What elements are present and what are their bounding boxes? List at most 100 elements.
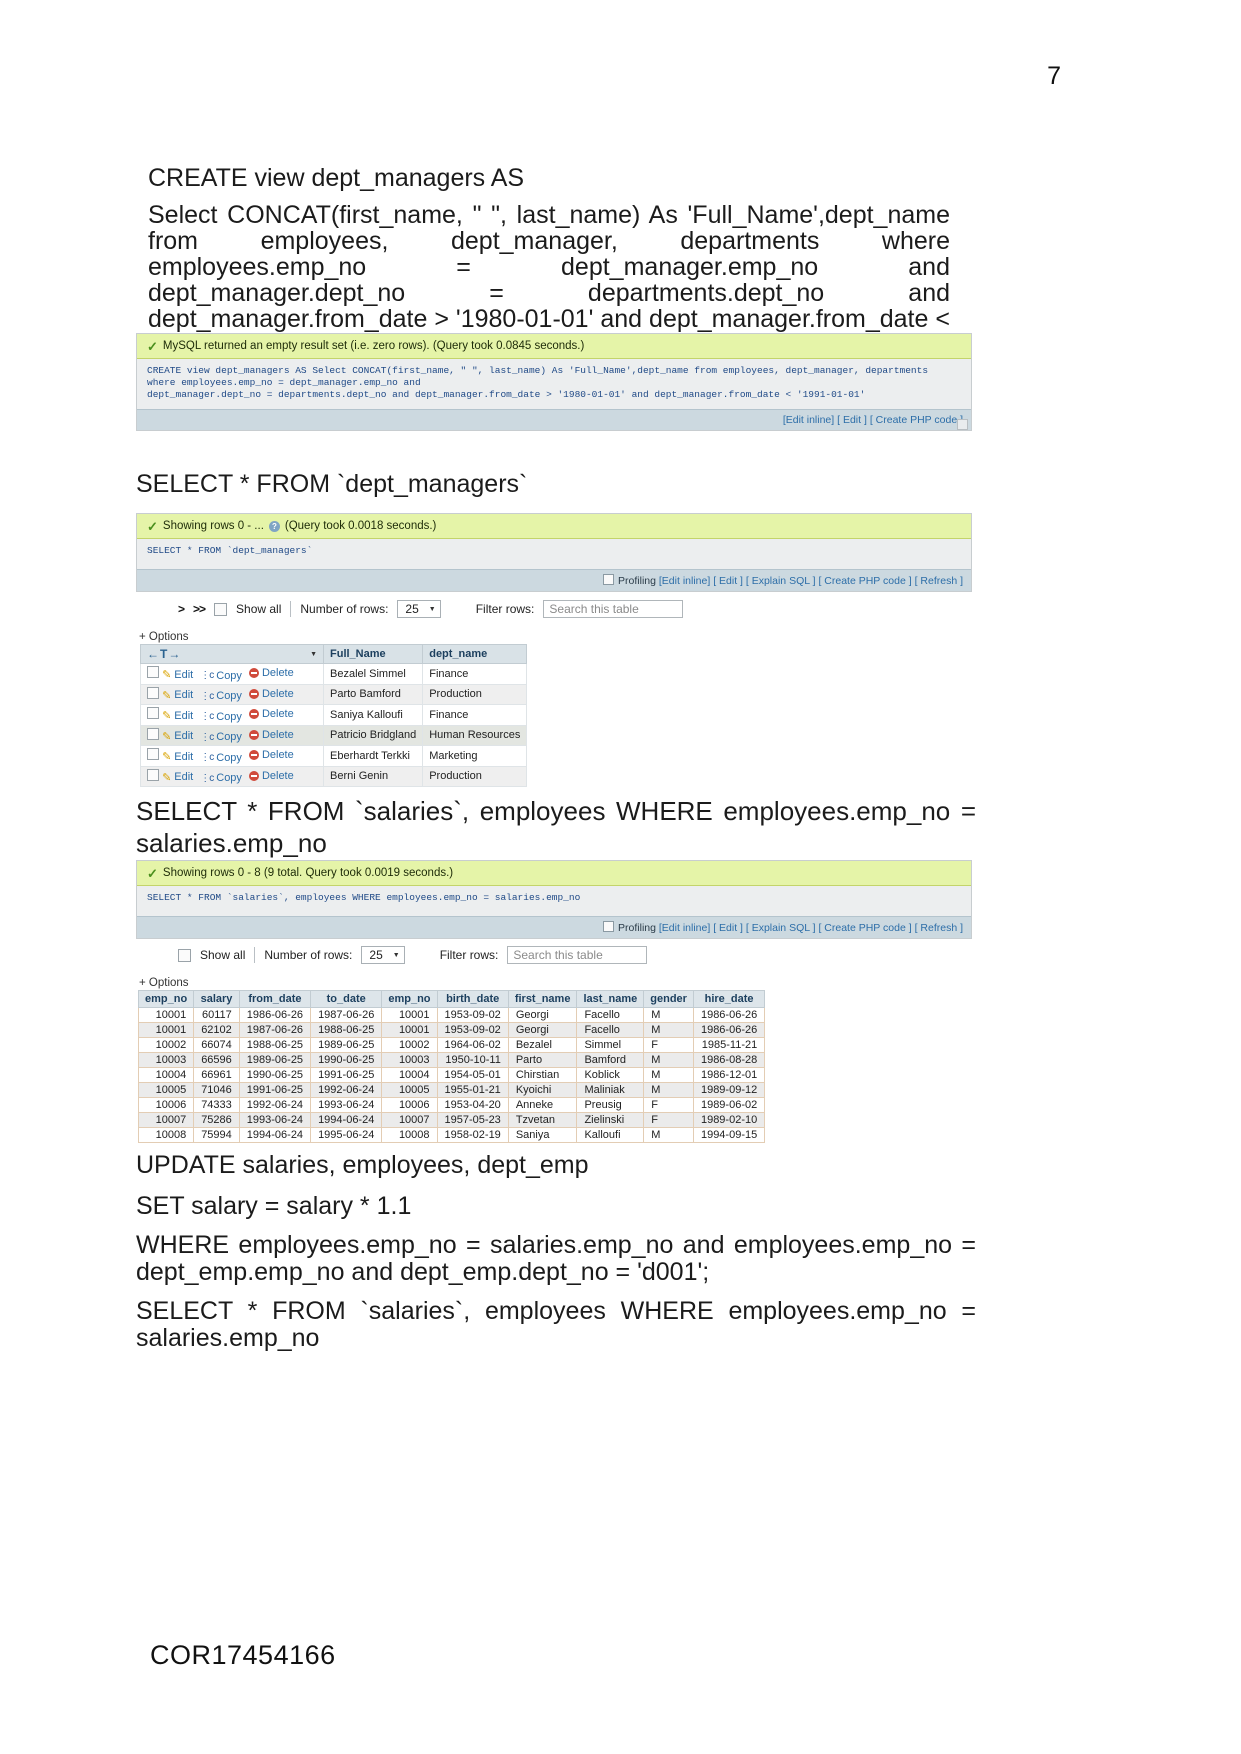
delete-row-button[interactable]: Delete [248, 749, 294, 761]
next-page-arrow[interactable]: > [178, 602, 185, 616]
column-header-to-date[interactable]: to_date [310, 990, 383, 1008]
edit-row-button[interactable]: ✎ Edit [162, 771, 193, 784]
copy-row-button[interactable]: ⋮c Copy [200, 670, 242, 682]
resize-handle-1[interactable] [957, 419, 968, 430]
table-row[interactable]: 10004 66961 1990-06-25 1991-06-25 10004 1954-… [137, 1067, 766, 1083]
row-select-checkbox[interactable] [147, 748, 159, 760]
row-select-checkbox[interactable] [147, 666, 159, 678]
cell-emp-no: 10001 [381, 1022, 438, 1038]
table-row[interactable]: ✎ Edit ⋮c Copy Delete Patricio Bridgland Human… [140, 724, 528, 746]
last-page-arrow[interactable]: >> [193, 602, 206, 616]
column-header-birth-date[interactable]: birth_date [436, 990, 509, 1008]
panel2-explain-sql-link[interactable]: [ Explain SQL ] [746, 575, 816, 587]
table-row[interactable]: 10008 75994 1994-06-24 1995-06-24 10008 1958-… [137, 1127, 766, 1143]
panel3-edit-inline-link[interactable]: [Edit inline] [659, 922, 710, 934]
delete-row-button[interactable]: Delete [248, 667, 294, 679]
column-header-last-name[interactable]: last_name [576, 990, 645, 1008]
delete-row-button[interactable]: Delete [248, 729, 294, 741]
panel2-edit-inline-link[interactable]: [Edit inline] [659, 575, 710, 587]
column-header-from-date[interactable]: from_date [238, 990, 312, 1008]
column-header-gender[interactable]: gender [643, 990, 694, 1008]
row-select-checkbox[interactable] [147, 727, 159, 740]
cell-first-name: Georgi [507, 1007, 578, 1023]
table-row[interactable]: ✎ Edit ⋮c Copy Delete Berni Genin Production [140, 765, 528, 787]
edit-row-button[interactable]: ✎ Edit [162, 668, 193, 682]
cell-first-name: Kyoichi [507, 1082, 578, 1098]
show-all-checkbox[interactable] [214, 602, 228, 616]
table-row[interactable]: 10001 62102 1987-06-26 1988-06-25 10001 1953-… [137, 1022, 766, 1038]
copy-row-button[interactable]: ⋮c Copy [200, 711, 242, 723]
delete-row-button[interactable]: Delete [248, 688, 294, 700]
panel2-options-link[interactable]: + Options [139, 631, 189, 643]
column-header-dept-name[interactable]: dept_name [422, 644, 528, 664]
panel1-edit-inline-link[interactable]: [Edit inline] [783, 414, 834, 426]
panel3-options-link[interactable]: + Options [139, 977, 189, 989]
panel1-create-php-link[interactable]: [ Create PHP code ] [870, 414, 963, 426]
column-header-emp-no-2[interactable]: emp_no [381, 990, 438, 1008]
filter-rows-input[interactable]: Search this table [507, 946, 648, 964]
table-row[interactable]: ✎ Edit ⋮c Copy Delete Saniya Kalloufi Finance [140, 704, 528, 726]
edit-row-button[interactable]: ✎ Edit [162, 750, 193, 764]
cell-gender: M [643, 1052, 694, 1068]
panel3-refresh-link[interactable]: [ Refresh ] [915, 922, 963, 934]
profiling-checkbox[interactable] [603, 574, 615, 585]
row-select-checkbox[interactable] [147, 768, 159, 781]
copy-row-button[interactable]: ⋮c Copy [200, 690, 242, 702]
cell-dept-name: Finance [422, 663, 528, 685]
help-icon[interactable]: ? [268, 520, 280, 532]
copy-row-button[interactable]: ⋮c Copy [200, 731, 242, 743]
pencil-icon: ✎ [162, 751, 172, 763]
cell-to-date: 1994-06-24 [310, 1112, 383, 1128]
profiling-label: Profiling [618, 922, 656, 934]
table-row[interactable]: ✎ Edit ⋮c Copy Delete Bezalel Simmel Finance [140, 663, 528, 685]
edit-row-button[interactable]: ✎ Edit [162, 709, 193, 723]
panel3-create-php-link[interactable]: [ Create PHP code ] [818, 922, 911, 934]
column-header-salary[interactable]: salary [193, 990, 240, 1008]
chevron-down-icon: ▼ [428, 605, 436, 613]
panel3-explain-sql-link[interactable]: [ Explain SQL ] [746, 922, 816, 934]
row-select-checkbox[interactable] [147, 707, 159, 719]
panel1-edit-link[interactable]: [ Edit ] [837, 414, 867, 426]
panel2-edit-link[interactable]: [ Edit ] [713, 575, 743, 587]
number-of-rows-value: 25 [405, 602, 419, 616]
panel2-refresh-link[interactable]: [ Refresh ] [915, 575, 963, 587]
show-all-checkbox[interactable] [178, 948, 191, 962]
filter-rows-input[interactable]: Search this table [543, 600, 684, 618]
table-row[interactable]: 10002 66074 1988-06-25 1989-06-25 10002 1964-… [137, 1037, 766, 1053]
chevron-down-icon[interactable]: ▼ [310, 651, 317, 658]
number-of-rows-select[interactable]: 25 ▼ [397, 600, 441, 618]
table-row[interactable]: 10003 66596 1989-06-25 1990-06-25 10003 1950-… [137, 1052, 766, 1068]
query1-title: CREATE view dept_managers AS [148, 164, 525, 192]
panel1-sql-line2: dept_manager.dept_no = departments.dept_… [147, 389, 866, 400]
panel3-edit-link[interactable]: [ Edit ] [713, 922, 743, 934]
cell-birth-date: 1958-02-19 [436, 1127, 509, 1143]
panel2-create-php-link[interactable]: [ Create PHP code ] [818, 575, 911, 587]
column-header-first-name[interactable]: first_name [507, 990, 578, 1008]
profiling-checkbox[interactable] [603, 921, 615, 932]
copy-row-button[interactable]: ⋮c Copy [200, 752, 242, 764]
table-row[interactable]: 10007 75286 1993-06-24 1994-06-24 10007 1957-… [137, 1112, 766, 1128]
sort-direction-icon[interactable]: ←T→ [147, 647, 181, 661]
table-row[interactable]: ✎ Edit ⋮c Copy Delete Eberhardt Terkki Marketi… [140, 745, 528, 767]
column-header-full-name[interactable]: Full_Name [322, 644, 424, 664]
copy-icon: ⋮c [200, 711, 214, 722]
cell-to-date: 1992-06-24 [310, 1082, 383, 1098]
row-select-checkbox[interactable] [147, 686, 159, 699]
column-header-hire-date[interactable]: hire_date [692, 990, 766, 1008]
delete-row-button[interactable]: Delete [248, 770, 294, 782]
table-row[interactable]: 10005 71046 1991-06-25 1992-06-24 10005 1955-… [137, 1082, 766, 1098]
delete-row-button[interactable]: Delete [248, 708, 294, 720]
table-row[interactable]: 10006 74333 1992-06-24 1993-06-24 10006 1953-… [137, 1097, 766, 1113]
edit-row-button[interactable]: ✎ Edit [162, 689, 193, 702]
panel1-links: [Edit inline] [ Edit ] [ Create PHP code… [137, 409, 971, 430]
copy-row-button[interactable]: ⋮c Copy [200, 772, 242, 784]
cell-gender: M [643, 1127, 694, 1143]
column-header-emp-no[interactable]: emp_no [137, 990, 195, 1008]
table-row[interactable]: ✎ Edit ⋮c Copy Delete Parto Bamford Production [140, 683, 528, 705]
cell-emp-no: 10007 [137, 1112, 195, 1128]
cell-first-name: Saniya [507, 1127, 578, 1143]
number-of-rows-select[interactable]: 25 ▼ [361, 946, 405, 964]
cell-first-name: Tzvetan [507, 1112, 578, 1128]
edit-row-button[interactable]: ✎ Edit [162, 730, 193, 743]
table-row[interactable]: 10001 60117 1986-06-26 1987-06-26 10001 1953-… [137, 1007, 766, 1023]
